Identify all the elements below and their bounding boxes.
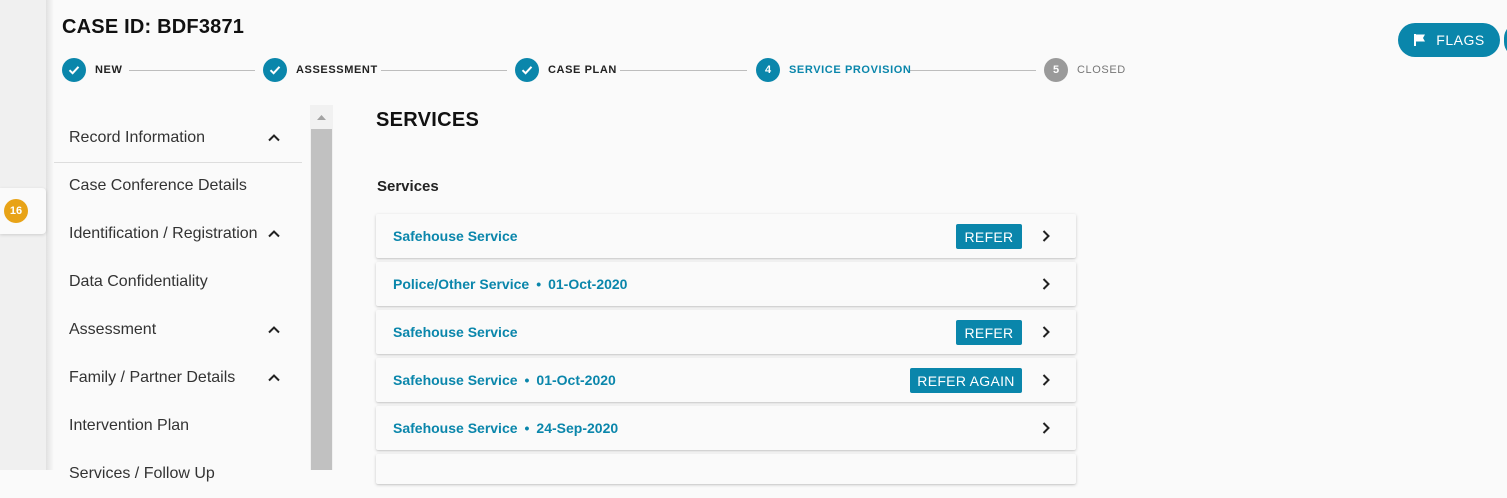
nav-item-services-follow-up[interactable]: Services / Follow Up <box>54 450 302 498</box>
nav-item-family-partner-details[interactable]: Family / Partner Details <box>54 354 302 402</box>
service-row[interactable]: Police/Other Service • 01-Oct-2020 <box>376 262 1076 306</box>
chevron-right-icon[interactable] <box>1039 373 1053 387</box>
nav-item-label: Record Information <box>69 129 206 146</box>
step-service-provision[interactable]: 4 SERVICE PROVISION <box>756 58 911 82</box>
nav-item-label: Intervention Plan <box>69 417 190 434</box>
section-title: SERVICES <box>376 109 480 131</box>
service-date: 01-Oct-2020 <box>536 372 616 388</box>
chevron-up-icon <box>268 374 280 382</box>
chevron-right-icon[interactable] <box>1039 325 1053 339</box>
chevron-up-icon <box>268 230 280 238</box>
nav-item-identification-registration[interactable]: Identification / Registration <box>54 210 302 258</box>
scroll-up-arrow-icon[interactable] <box>310 105 333 129</box>
app-rail <box>0 0 46 470</box>
check-icon <box>263 58 287 82</box>
nav-item-label: Case Conference Details <box>69 177 247 194</box>
service-row[interactable]: Safehouse Service • 24-Sep-2020 <box>376 406 1076 450</box>
service-row[interactable]: Safehouse Service REFER <box>376 214 1076 258</box>
refer-button[interactable]: REFER <box>956 224 1022 249</box>
chevron-right-icon[interactable] <box>1039 277 1053 291</box>
service-date: 01-Oct-2020 <box>548 276 628 292</box>
step-number: 4 <box>756 58 780 82</box>
service-name: Safehouse Service • 01-Oct-2020 <box>393 372 616 388</box>
nav-item-label: Identification / Registration <box>69 225 258 242</box>
flags-button[interactable]: FLAGS <box>1398 23 1500 57</box>
service-date: 24-Sep-2020 <box>536 420 619 436</box>
nav-item-label: Services / Follow Up <box>69 465 215 482</box>
service-name: Safehouse Service <box>393 228 518 244</box>
chevron-right-icon[interactable] <box>1039 229 1053 243</box>
nav-item-data-confidentiality[interactable]: Data Confidentiality <box>54 258 302 306</box>
service-row[interactable] <box>376 454 1076 484</box>
refer-again-button[interactable]: REFER AGAIN <box>910 368 1022 393</box>
service-row[interactable]: Safehouse Service REFER <box>376 310 1076 354</box>
step-closed[interactable]: 5 CLOSED <box>1044 58 1126 82</box>
refer-button[interactable]: REFER <box>956 320 1022 345</box>
nav-item-intervention-plan[interactable]: Intervention Plan <box>54 402 302 450</box>
stepper-connector <box>129 70 255 71</box>
stepper-connector <box>620 70 747 71</box>
service-name: Safehouse Service • 24-Sep-2020 <box>393 420 619 436</box>
notification-badge[interactable]: 16 <box>4 199 28 223</box>
step-case-plan[interactable]: CASE PLAN <box>515 58 617 82</box>
step-label: CLOSED <box>1077 64 1126 76</box>
chevron-up-icon <box>268 134 280 142</box>
chevron-up-icon <box>268 326 280 334</box>
case-id-title: CASE ID: BDF3871 <box>62 16 245 38</box>
sidenav-scrollbar[interactable] <box>310 105 333 470</box>
service-row[interactable]: Safehouse Service • 01-Oct-2020 REFER AGAI… <box>376 358 1076 402</box>
flag-icon <box>1414 34 1426 46</box>
step-assessment[interactable]: ASSESSMENT <box>263 58 378 82</box>
chevron-right-icon[interactable] <box>1039 421 1053 435</box>
nav-item-label: Assessment <box>69 321 157 338</box>
check-icon <box>515 58 539 82</box>
nav-item-label: Data Confidentiality <box>69 273 208 290</box>
nav-item-assessment[interactable]: Assessment <box>54 306 302 354</box>
stepper-connector <box>381 70 507 71</box>
service-name: Safehouse Service <box>393 324 518 340</box>
nav-item-record-information[interactable]: Record Information <box>54 114 302 162</box>
nav-item-label: Family / Partner Details <box>69 369 236 386</box>
step-label: SERVICE PROVISION <box>789 64 912 76</box>
step-label: ASSESSMENT <box>296 64 378 76</box>
check-icon <box>62 58 86 82</box>
rail-shadow <box>46 0 54 470</box>
step-new[interactable]: NEW <box>62 58 122 82</box>
step-number: 5 <box>1044 58 1068 82</box>
step-label: NEW <box>95 64 123 76</box>
flags-label: FLAGS <box>1436 32 1485 48</box>
step-label: CASE PLAN <box>548 64 617 76</box>
scrollbar-thumb[interactable] <box>311 129 332 470</box>
stepper-connector <box>909 70 1036 71</box>
service-name: Police/Other Service • 01-Oct-2020 <box>393 276 628 292</box>
record-sidenav: Record Information Case Conference Detai… <box>54 105 302 482</box>
services-subtitle: Services <box>377 178 439 195</box>
nav-item-case-conference-details[interactable]: Case Conference Details <box>54 162 302 210</box>
